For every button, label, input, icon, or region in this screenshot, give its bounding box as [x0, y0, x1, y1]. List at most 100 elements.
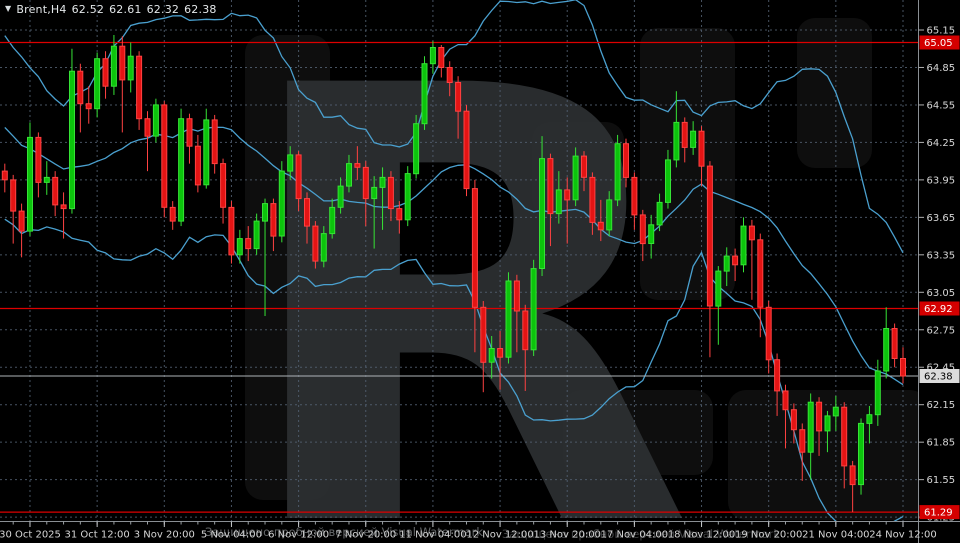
candle-body	[556, 190, 561, 214]
candle-body	[305, 199, 310, 227]
candle-body	[817, 402, 822, 431]
red-line-price-badge: 65.05	[920, 36, 960, 50]
candle	[179, 109, 184, 226]
trading-chart-window: R65.1564.8564.5564.2563.9563.6563.3563.0…	[0, 0, 960, 543]
candle-body	[565, 190, 570, 200]
candle-body	[531, 269, 536, 350]
red-line-price-badge-text: 61.29	[924, 508, 953, 519]
candle-body	[405, 174, 410, 220]
price-tick-label: 65.15	[927, 26, 956, 37]
candle	[464, 105, 469, 196]
candle-body	[162, 105, 167, 207]
candle-body	[19, 211, 24, 231]
candle-body	[128, 56, 133, 80]
watermark-blob	[797, 18, 872, 168]
candle-body	[120, 46, 125, 80]
time-tick-label: 11 Nov 04:00	[399, 530, 466, 541]
time-tick-label: 21 Nov 04:00	[802, 530, 869, 541]
time-tick-label: 18 Nov 12:00	[668, 530, 735, 541]
red-line-price-badge-text: 65.05	[924, 38, 953, 49]
candle-body	[489, 349, 494, 363]
price-tick-label: 62.15	[927, 400, 956, 411]
candle-body	[179, 119, 184, 221]
time-tick-label: 12 Nov 12:00	[466, 530, 533, 541]
candle-body	[800, 430, 805, 453]
candle	[70, 49, 75, 214]
candle-body	[321, 234, 326, 262]
candle-body	[766, 307, 771, 360]
time-tick-label: 7 Nov 20:00	[335, 530, 396, 541]
candle-body	[70, 71, 75, 208]
candle	[859, 418, 864, 494]
current-price-badge-text: 62.38	[924, 371, 953, 382]
candle-body	[95, 59, 100, 109]
candle-body	[901, 359, 906, 377]
candle-body	[61, 205, 66, 209]
time-tick-label: 19 Nov 20:00	[735, 530, 802, 541]
chart-canvas[interactable]: R65.1564.8564.5564.2563.9563.6563.3563.0…	[0, 0, 960, 543]
candle-body	[397, 209, 402, 220]
candle-body	[733, 256, 738, 265]
candle-body	[279, 171, 284, 236]
candle-body	[472, 189, 477, 308]
watermark-blob	[728, 390, 928, 520]
candle	[531, 260, 536, 356]
candle	[204, 109, 209, 189]
candle-body	[237, 239, 242, 255]
candle-body	[36, 137, 41, 182]
candle-body	[791, 410, 796, 430]
candle	[615, 135, 620, 206]
time-tick-label: 24 Nov 12:00	[869, 530, 936, 541]
candle-body	[540, 159, 545, 269]
candle-body	[330, 207, 335, 233]
candle-body	[624, 144, 629, 178]
candle-body	[674, 122, 679, 159]
candle-body	[892, 329, 897, 359]
candle-body	[195, 146, 200, 185]
candle-body	[506, 281, 511, 357]
candle-body	[481, 307, 486, 362]
candle-body	[221, 164, 226, 208]
candle-body	[498, 349, 503, 358]
price-tick-label: 61.55	[927, 475, 956, 486]
symbol-name: Brent,H4	[16, 3, 66, 16]
candle	[405, 166, 410, 226]
time-tick-label: 17 Nov 04:00	[601, 530, 668, 541]
candle-body	[263, 204, 268, 222]
candle-body	[632, 177, 637, 215]
candle-body	[456, 83, 461, 112]
candle-body	[347, 164, 352, 187]
price-tick-label: 64.55	[927, 100, 956, 111]
candle-body	[649, 225, 654, 244]
candle-body	[44, 177, 49, 182]
candle-body	[691, 131, 696, 147]
candle-body	[657, 202, 662, 225]
candle-body	[825, 416, 830, 431]
candle-body	[288, 155, 293, 171]
candle-body	[850, 466, 855, 485]
candle-body	[548, 159, 553, 214]
candle-body	[875, 371, 880, 415]
candle-body	[53, 177, 58, 205]
candle-body	[867, 415, 872, 424]
symbol-info: ▼ Brent,H4 62.52 62.61 62.32 62.38	[5, 3, 217, 16]
candle-body	[246, 239, 251, 249]
candle	[414, 115, 419, 179]
price-tick-label: 63.05	[927, 288, 956, 299]
candle-body	[833, 407, 838, 416]
price-tick-label: 61.85	[927, 438, 956, 449]
candle-body	[388, 177, 393, 208]
watermark-logo-letter: R	[232, 0, 694, 543]
price-axis-panel	[919, 0, 960, 543]
candle-body	[514, 281, 519, 311]
candle	[422, 56, 427, 130]
candle	[229, 201, 234, 263]
price-tick-label: 63.65	[927, 213, 956, 224]
time-tick-label: 5 Nov 04:00	[201, 530, 262, 541]
candle-body	[204, 120, 209, 185]
time-tick-label: 3 Nov 20:00	[134, 530, 195, 541]
candle-body	[707, 166, 712, 306]
quote-open: 62.52	[72, 3, 105, 16]
candle-body	[430, 48, 435, 64]
candle-body	[170, 207, 175, 221]
